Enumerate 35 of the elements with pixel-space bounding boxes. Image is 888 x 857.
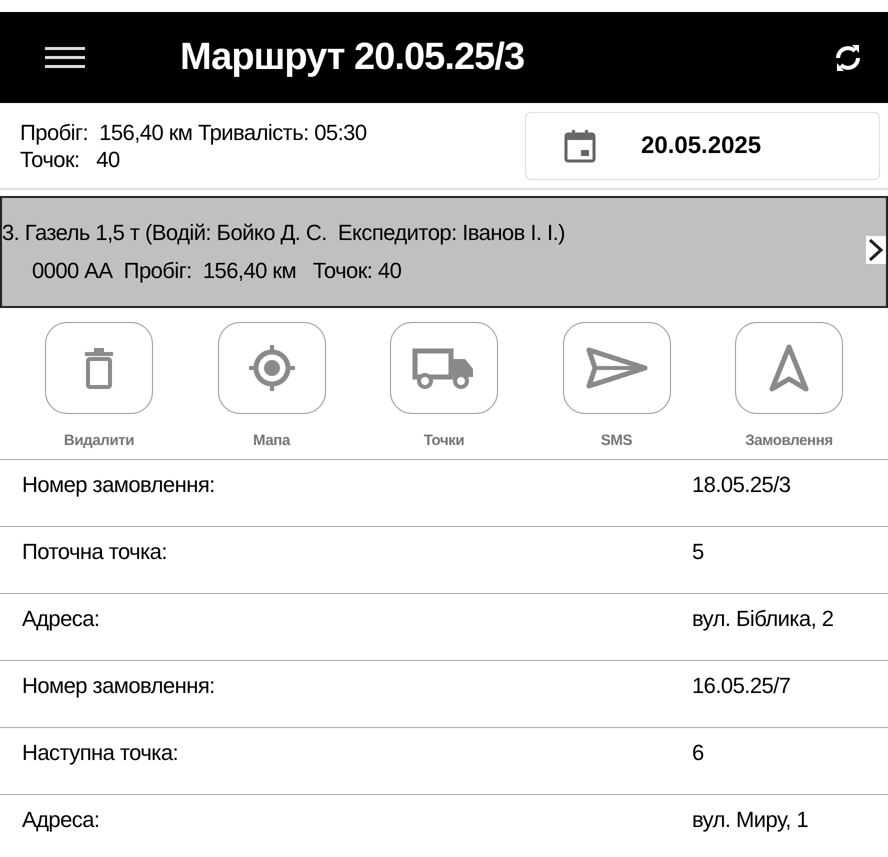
action-button[interactable] <box>735 322 843 414</box>
action-label: Точки <box>424 431 464 451</box>
action-button[interactable] <box>390 322 498 414</box>
action-label: Видалити <box>64 431 134 451</box>
field-label: Адреса: <box>21 605 100 633</box>
vehicle-text: 3. Газель 1,5 т (Водій: Бойко Д. С. Експедитор: Іванов І. І.) <box>2 219 565 247</box>
vehicle-panel[interactable]: 3. Газель 1,5 т (Водій: Бойко Д. С. Експедитор: Іванов І. І.) 0000 АА Пробіг: 156,40 км Точок: 40 <box>0 196 888 308</box>
summary-text: Точок: 40 <box>20 146 121 172</box>
menu-icon[interactable] <box>45 47 85 68</box>
action-label: Замовлення <box>745 431 833 451</box>
action-button[interactable] <box>562 322 670 414</box>
action-button[interactable] <box>218 322 326 414</box>
field-value: 5 <box>692 538 704 566</box>
chevron-right-icon[interactable] <box>866 236 886 264</box>
field-label: Адреса: <box>21 806 100 834</box>
field-value: вул. Біблика, 2 <box>692 605 834 633</box>
page-title: Маршрут 20.05.25/3 <box>180 35 524 80</box>
vehicle-text: 0000 АА Пробіг: 156,40 км Точок: 40 <box>31 257 402 285</box>
field-label: Номер замовлення: <box>21 471 216 499</box>
navigation-arrow-icon <box>767 343 811 393</box>
field-label: Наступна точка: <box>21 739 180 767</box>
field-label: Номер замовлення: <box>21 672 216 700</box>
field-value: вул. Миру, 1 <box>692 806 808 834</box>
action-button[interactable] <box>45 322 153 414</box>
field-value: 16.05.25/7 <box>692 672 790 700</box>
trash-icon <box>82 347 116 389</box>
action-label: SMS <box>600 431 632 451</box>
field-label: Поточна точка: <box>21 538 168 566</box>
field-value: 6 <box>692 739 704 767</box>
field-value: 18.05.25/3 <box>692 471 790 499</box>
action-label: Мапа <box>253 431 290 451</box>
calendar-icon <box>564 128 596 162</box>
date-button[interactable]: 20.05.2025 <box>525 112 880 180</box>
summary-text: Пробіг: 156,40 км Тривалість: 05:30 <box>20 118 368 146</box>
send-icon <box>584 346 648 390</box>
